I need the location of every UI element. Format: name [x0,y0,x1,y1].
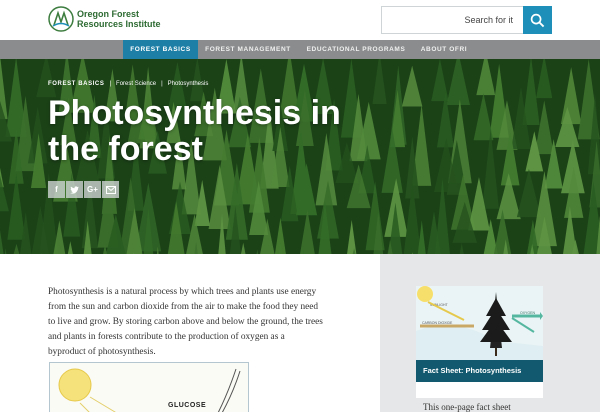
share-buttons: f G+ [48,181,120,198]
sidebar: SUNLIGHT CARBON DIOXIDE OXYGEN Fact Shee… [380,254,600,412]
breadcrumb: FOREST BASICS | Forest Science | Photosynthe… [48,81,208,87]
facebook-icon: f [55,185,58,194]
breadcrumb-separator: | [161,81,163,87]
logo-line-2: Resources Institute [77,19,161,29]
hero-banner: FOREST BASICS | Forest Science | Photosynthe… [0,59,600,254]
intro-paragraph: Photosynthesis is a natural process by w… [48,287,323,357]
mail-icon [105,185,116,194]
logo-line-1: Oregon Forest [77,9,140,19]
logo-text: Oregon Forest Resources Institute [77,9,161,29]
breadcrumb-separator: | [109,81,112,87]
breadcrumb-forest-science[interactable]: Forest Science [116,81,156,87]
email-share-button[interactable] [102,181,119,198]
oxygen-arrow-label: OXYGEN [520,311,535,315]
fact-sheet-thumbnail: SUNLIGHT CARBON DIOXIDE OXYGEN [416,286,543,360]
tree-logo-icon [48,6,74,32]
carbon-dioxide-arrow-label: CARBON DIOXIDE [422,321,453,325]
ofri-logo[interactable]: Oregon Forest Resources Institute [48,6,161,32]
search-icon [530,13,545,27]
search-placeholder: Search for it [464,15,513,25]
twitter-icon [70,185,79,194]
sun-icon [58,368,241,412]
breadcrumb-photosynthesis: Photosynthesis [167,81,209,87]
page-title: Photosynthesis in the forest [48,94,341,168]
nav-item-forest-management[interactable]: FOREST MANAGEMENT [198,40,298,59]
glucose-label: GLUCOSE [168,402,207,409]
site-header: Oregon Forest Resources Institute Search… [0,0,600,40]
photosynthesis-illustration: SUNLIGHT CARBON DIOXIDE OXYGEN [416,286,543,360]
search-button[interactable] [523,6,552,34]
breadcrumb-forest-basics[interactable]: FOREST BASICS [48,81,104,87]
facebook-share-button[interactable]: f [48,181,65,198]
nav-item-forest-basics[interactable]: FOREST BASICS [123,40,198,59]
google-plus-icon: G+ [87,185,98,194]
search-input[interactable]: Search for it [381,6,552,34]
fact-sheet-card[interactable]: SUNLIGHT CARBON DIOXIDE OXYGEN Fact Shee… [416,286,543,398]
nav-item-about-ofri[interactable]: ABOUT OFRI [414,40,474,59]
fact-sheet-title[interactable]: Fact Sheet: Photosynthesis [416,360,543,382]
google-plus-share-button[interactable]: G+ [84,181,101,198]
nav-item-educational-programs[interactable]: EDUCATIONAL PROGRAMS [298,40,414,59]
main-nav: FOREST BASICS FOREST MANAGEMENT EDUCATIO… [0,40,600,59]
photosynthesis-diagram: GLUCOSE [49,362,249,412]
fact-sheet-description: This one-page fact sheet [423,402,511,412]
twitter-share-button[interactable] [66,181,83,198]
